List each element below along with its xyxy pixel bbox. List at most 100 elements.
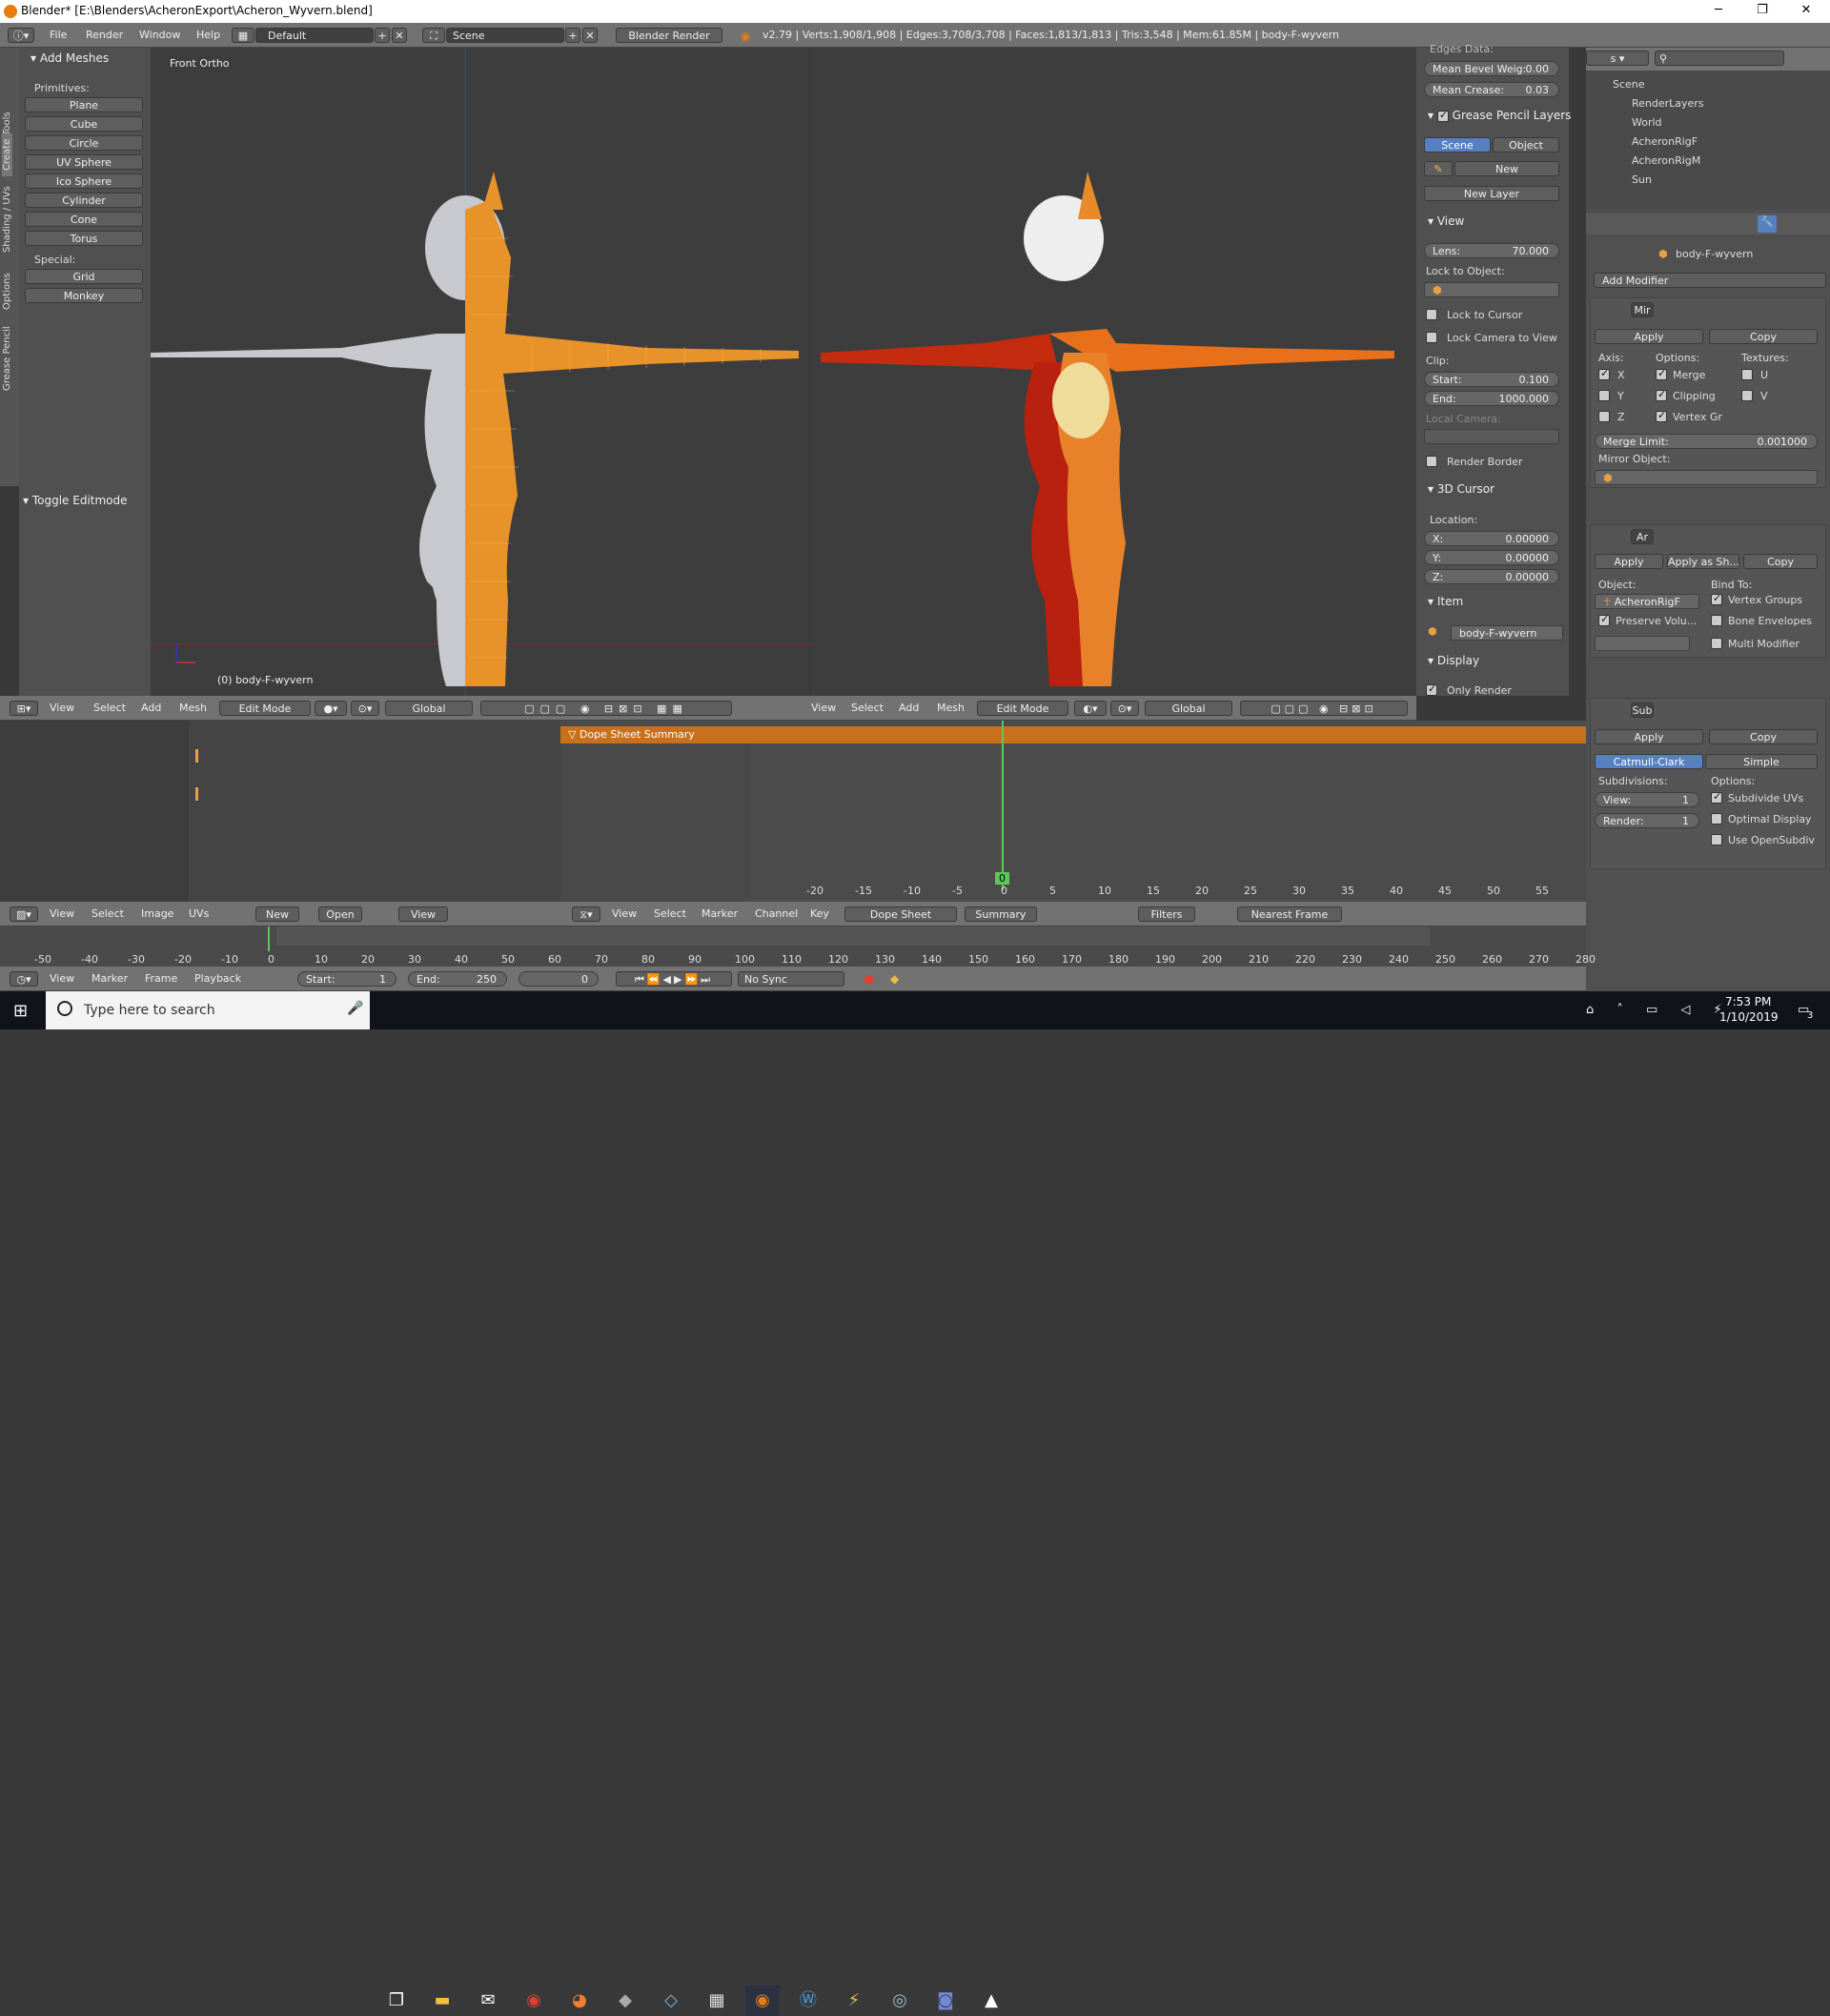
minimize-button[interactable]: ─ — [1697, 0, 1740, 23]
dope-menu-select[interactable]: Select — [654, 902, 686, 927]
armature-vgroup-field[interactable] — [1595, 636, 1690, 651]
catmull-clark-button[interactable]: Catmull-Clark — [1595, 754, 1703, 769]
outliner-search-input[interactable]: ⚲ — [1655, 51, 1784, 66]
uv-editor[interactable] — [0, 721, 560, 902]
sync-select[interactable]: No Sync — [738, 971, 844, 987]
vp-left-menu-add[interactable]: Add — [141, 696, 161, 721]
armature-copy-button[interactable]: Copy — [1743, 554, 1818, 569]
mirror-name-field[interactable]: Mir — [1631, 302, 1654, 317]
outliner-item-world[interactable]: World — [1632, 116, 1662, 129]
primitive-ico-sphere-button[interactable]: Ico Sphere — [25, 173, 143, 189]
vp-left-mode-select[interactable]: Edit Mode — [219, 701, 311, 716]
pencil-icon-button[interactable]: ✎ — [1424, 161, 1453, 176]
app-icon-4[interactable]: ⚡ — [837, 1985, 871, 2016]
scene-remove-button[interactable]: ✕ — [582, 28, 598, 43]
new-layer-button[interactable]: New Layer — [1424, 186, 1559, 201]
dope-sheet[interactable]: ▽ Dope Sheet Summary 0 -20 -15 -10 -5 0 5 10 15… — [560, 721, 1586, 902]
dope-summary-toggle[interactable]: Summary — [965, 906, 1037, 922]
item-panel-header[interactable]: ▾ Item — [1428, 595, 1463, 608]
dope-menu-channel[interactable]: Channel — [755, 902, 798, 927]
local-camera-field[interactable] — [1424, 429, 1559, 444]
clock-time[interactable]: 7:53 PM — [1725, 995, 1771, 1008]
texture-v-checkbox[interactable] — [1741, 390, 1753, 401]
cursor-panel-header[interactable]: ▾ 3D Cursor — [1428, 482, 1494, 496]
vp-right-menu-add[interactable]: Add — [899, 696, 919, 721]
grease-pencil-checkbox[interactable] — [1436, 109, 1449, 122]
use-opensubdiv-checkbox[interactable] — [1711, 834, 1722, 845]
vp-right-menu-select[interactable]: Select — [851, 696, 884, 721]
outliner-display-select[interactable]: s ▾ — [1586, 51, 1649, 66]
scene-toggle-button[interactable]: Scene — [1424, 137, 1491, 153]
clock-date[interactable]: 1/10/2019 — [1719, 1010, 1779, 1024]
armature-apply-as-button[interactable]: Apply as Sh... — [1667, 554, 1739, 569]
viewport-left[interactable]: Front Ortho (0) body-F-wyvern — [151, 48, 810, 696]
file-explorer-icon[interactable]: ▬ — [425, 1985, 459, 2016]
merge-checkbox[interactable] — [1656, 367, 1667, 380]
menu-file[interactable]: File — [50, 23, 67, 48]
task-view-icon[interactable]: ❐ — [379, 1985, 414, 2016]
axis-y-checkbox[interactable] — [1598, 390, 1610, 401]
discord-icon[interactable]: ◙ — [928, 1985, 963, 2016]
start-frame-field[interactable]: Start: 1 — [297, 971, 396, 987]
armature-apply-button[interactable]: Apply — [1595, 554, 1663, 569]
vp-right-tools[interactable]: ▢▢▢ ◉ ⊟⊠⊡ — [1240, 701, 1408, 716]
primitive-torus-button[interactable]: Torus — [25, 231, 143, 246]
chrome-icon[interactable]: ◉ — [517, 1985, 551, 2016]
lock-cursor-checkbox[interactable] — [1426, 309, 1437, 320]
dope-menu-view[interactable]: View — [612, 902, 637, 927]
subsurf-apply-button[interactable]: Apply — [1595, 729, 1703, 744]
clip-end-field[interactable]: End: 1000.000 — [1424, 391, 1559, 406]
primitive-circle-button[interactable]: Circle — [25, 135, 143, 151]
playback-controls[interactable]: ⏮⏪◀▶⏩⏭ — [616, 971, 732, 987]
layout-remove-button[interactable]: ✕ — [392, 28, 407, 43]
only-render-checkbox[interactable] — [1426, 682, 1437, 696]
grease-pencil-layers-header[interactable]: ▾ Grease Pencil Layers — [1428, 109, 1571, 123]
mean-bevel-field[interactable]: Mean Bevel Weig: 0.00 — [1424, 61, 1559, 76]
outliner-item-acheronrigm[interactable]: AcheronRigM — [1632, 154, 1700, 167]
menu-render[interactable]: Render — [86, 23, 123, 48]
scene-icon-button[interactable]: ⛶ — [422, 28, 445, 43]
steam-icon[interactable]: ◎ — [883, 1985, 917, 2016]
uv-menu-select[interactable]: Select — [92, 902, 124, 927]
lock-object-field[interactable]: ⬢ — [1424, 282, 1559, 297]
windows-start-icon[interactable]: ⊞ — [13, 1001, 28, 1021]
layout-select[interactable]: Default — [255, 28, 374, 43]
cursor-y-field[interactable]: Y: 0.00000 — [1424, 550, 1559, 565]
clipping-checkbox[interactable] — [1656, 388, 1667, 401]
viewport-right[interactable] — [811, 48, 1416, 696]
tab-create[interactable]: Create — [2, 132, 12, 176]
blender-taskbar-icon[interactable]: ◉ — [745, 1985, 780, 2016]
record-button[interactable]: ● — [864, 972, 874, 987]
uv-editor-type[interactable]: ▨▾ — [10, 906, 38, 922]
photos-icon[interactable]: ▲ — [974, 1985, 1008, 2016]
mean-crease-field[interactable]: Mean Crease: 0.03 — [1424, 82, 1559, 97]
axis-x-checkbox[interactable] — [1598, 367, 1610, 380]
subsurf-copy-button[interactable]: Copy — [1709, 729, 1818, 744]
maximize-button[interactable]: ❐ — [1740, 0, 1784, 23]
view-panel-header[interactable]: ▾ View — [1428, 214, 1464, 228]
vp-left-orientation-select[interactable]: Global — [385, 701, 473, 716]
timeline-menu-view[interactable]: View — [50, 967, 74, 991]
axis-z-checkbox[interactable] — [1598, 411, 1610, 422]
outliner-item-acheronrigf[interactable]: AcheronRigF — [1632, 135, 1698, 148]
mirror-copy-button[interactable]: Copy — [1709, 329, 1818, 344]
vp-right-orientation-select[interactable]: Global — [1145, 701, 1232, 716]
tab-grease-pencil[interactable]: Grease Pencil — [2, 326, 12, 391]
timeline-menu-frame[interactable]: Frame — [145, 967, 177, 991]
display-panel-header[interactable]: ▾ Display — [1428, 654, 1479, 667]
object-toggle-button[interactable]: Object — [1493, 137, 1559, 153]
tab-shading-uvs[interactable]: Shading / UVs — [2, 186, 12, 253]
vp-left-editor-type[interactable]: ⊞▾ — [10, 701, 38, 716]
uv-new-button[interactable]: New — [255, 906, 299, 922]
cursor-z-field[interactable]: Z: 0.00000 — [1424, 569, 1559, 584]
item-name-field[interactable]: body-F-wyvern — [1451, 625, 1563, 641]
microphone-icon[interactable]: 🎤 — [347, 1001, 363, 1016]
primitive-cone-button[interactable]: Cone — [25, 212, 143, 227]
dope-snap-select[interactable]: Nearest Frame — [1237, 906, 1342, 922]
editor-type-button[interactable]: ⓘ▾ — [8, 28, 34, 43]
end-frame-field[interactable]: End: 250 — [408, 971, 507, 987]
tray-icons[interactable]: ⌂ ˄ ▭ ◁ ⚡ — [1586, 1003, 1732, 1017]
special-monkey-button[interactable]: Monkey — [25, 288, 143, 303]
app-icon-2[interactable]: ◇ — [654, 1985, 688, 2016]
new-grease-button[interactable]: New — [1454, 161, 1559, 176]
